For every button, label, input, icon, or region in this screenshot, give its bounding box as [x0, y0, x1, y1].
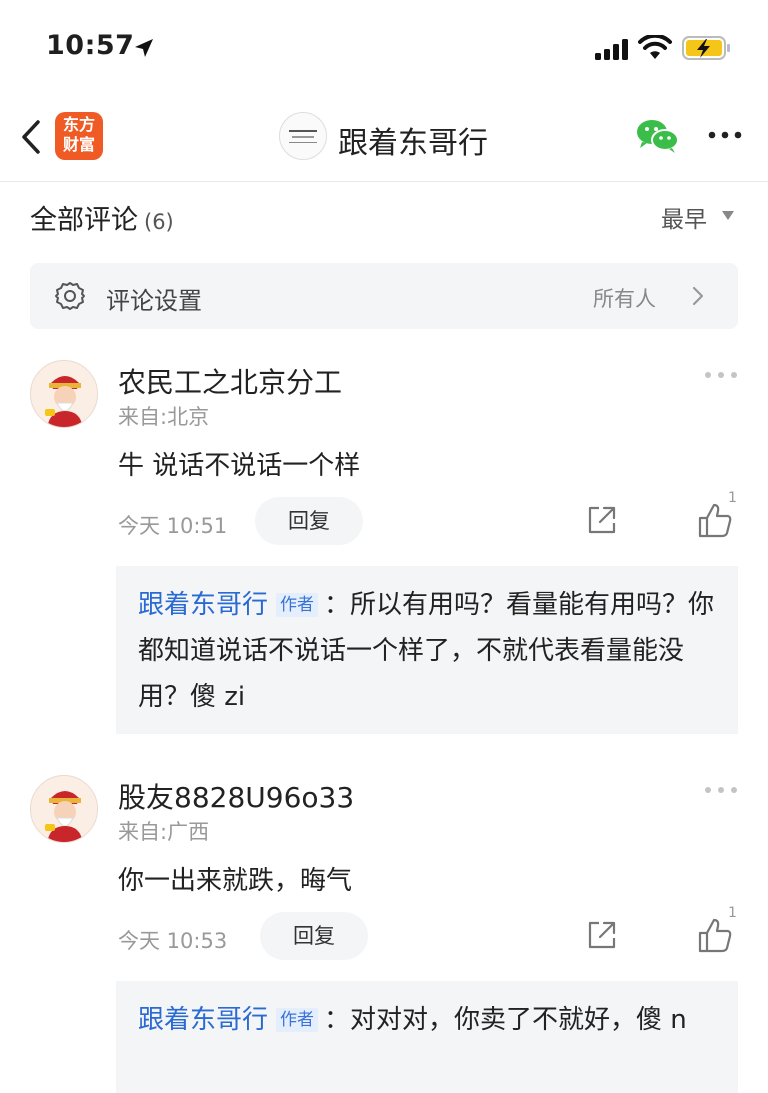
author-reply: 跟着东哥行 作者 ：对对对，你卖了不就好，傻 n	[116, 981, 738, 1093]
comments-count: (6)	[144, 210, 174, 234]
sort-dropdown[interactable]: 最早	[661, 200, 707, 234]
user-name[interactable]: 股友8828U96o33	[118, 776, 354, 816]
wifi-icon	[638, 35, 672, 59]
nav-bar: 东方 财富 跟着东哥行	[0, 96, 768, 182]
chevron-right-icon	[692, 286, 704, 306]
comments-header: 全部评论 (6)	[30, 198, 174, 237]
comment-more-icon[interactable]	[703, 785, 739, 795]
reply-author-name[interactable]: 跟着东哥行	[138, 590, 268, 620]
cellular-signal-icon	[595, 39, 628, 60]
comments-header-title: 全部评论	[30, 205, 138, 236]
app-logo[interactable]: 东方 财富	[55, 112, 103, 160]
fortune-god-avatar-icon	[32, 362, 97, 427]
user-location: 来自:北京	[118, 405, 210, 429]
author-badge: 作者	[276, 1008, 319, 1032]
comment-more-icon[interactable]	[703, 370, 739, 380]
sort-caret-icon[interactable]	[722, 211, 734, 220]
like-count: 1	[728, 905, 737, 921]
reply-button[interactable]: 回复	[255, 497, 363, 545]
author-badge: 作者	[276, 593, 319, 617]
app-logo-line2: 财富	[62, 135, 95, 154]
app-logo-line1: 东方	[62, 115, 95, 134]
comment-text: 你一出来就跌，晦气	[118, 866, 353, 896]
author-reply: 跟着东哥行 作者 ：所以有用吗？看量能有用吗？你都知道说话不说话一个样了，不就代表看…	[116, 566, 738, 734]
settings-label: 评论设置	[106, 287, 202, 315]
comment-settings-row[interactable]: 评论设置 所有人	[30, 263, 738, 329]
reply-text: ：对对对，你卖了不就好，傻 n	[324, 1005, 687, 1035]
more-options-icon[interactable]	[707, 130, 743, 140]
settings-value: 所有人	[593, 287, 656, 311]
wechat-share-icon[interactable]	[636, 118, 680, 154]
comment-text: 牛 说话不说话一个样	[118, 451, 361, 481]
share-icon[interactable]	[585, 918, 619, 952]
reply-button[interactable]: 回复	[260, 912, 368, 960]
share-icon[interactable]	[585, 503, 619, 537]
reply-author-name[interactable]: 跟着东哥行	[138, 1005, 268, 1035]
status-time: 10:57	[46, 30, 135, 61]
user-name[interactable]: 农民工之北京分工	[118, 361, 342, 401]
thumbs-up-icon[interactable]	[697, 916, 733, 954]
user-location: 来自:广西	[118, 820, 210, 844]
like-count: 1	[728, 490, 737, 506]
fortune-god-avatar-icon	[32, 777, 97, 842]
channel-avatar[interactable]	[279, 112, 327, 160]
battery-charging-icon	[682, 36, 730, 60]
comment-time: 今天 10:53	[118, 929, 228, 953]
location-arrow-icon	[135, 39, 153, 57]
page-title[interactable]: 跟着东哥行	[338, 118, 488, 162]
avatar[interactable]	[30, 360, 98, 428]
avatar[interactable]	[30, 775, 98, 843]
comment-time: 今天 10:51	[118, 514, 228, 538]
back-chevron-icon[interactable]	[16, 116, 46, 158]
thumbs-up-icon[interactable]	[697, 501, 733, 539]
status-bar: 10:57	[0, 0, 768, 96]
gear-icon	[55, 282, 85, 310]
